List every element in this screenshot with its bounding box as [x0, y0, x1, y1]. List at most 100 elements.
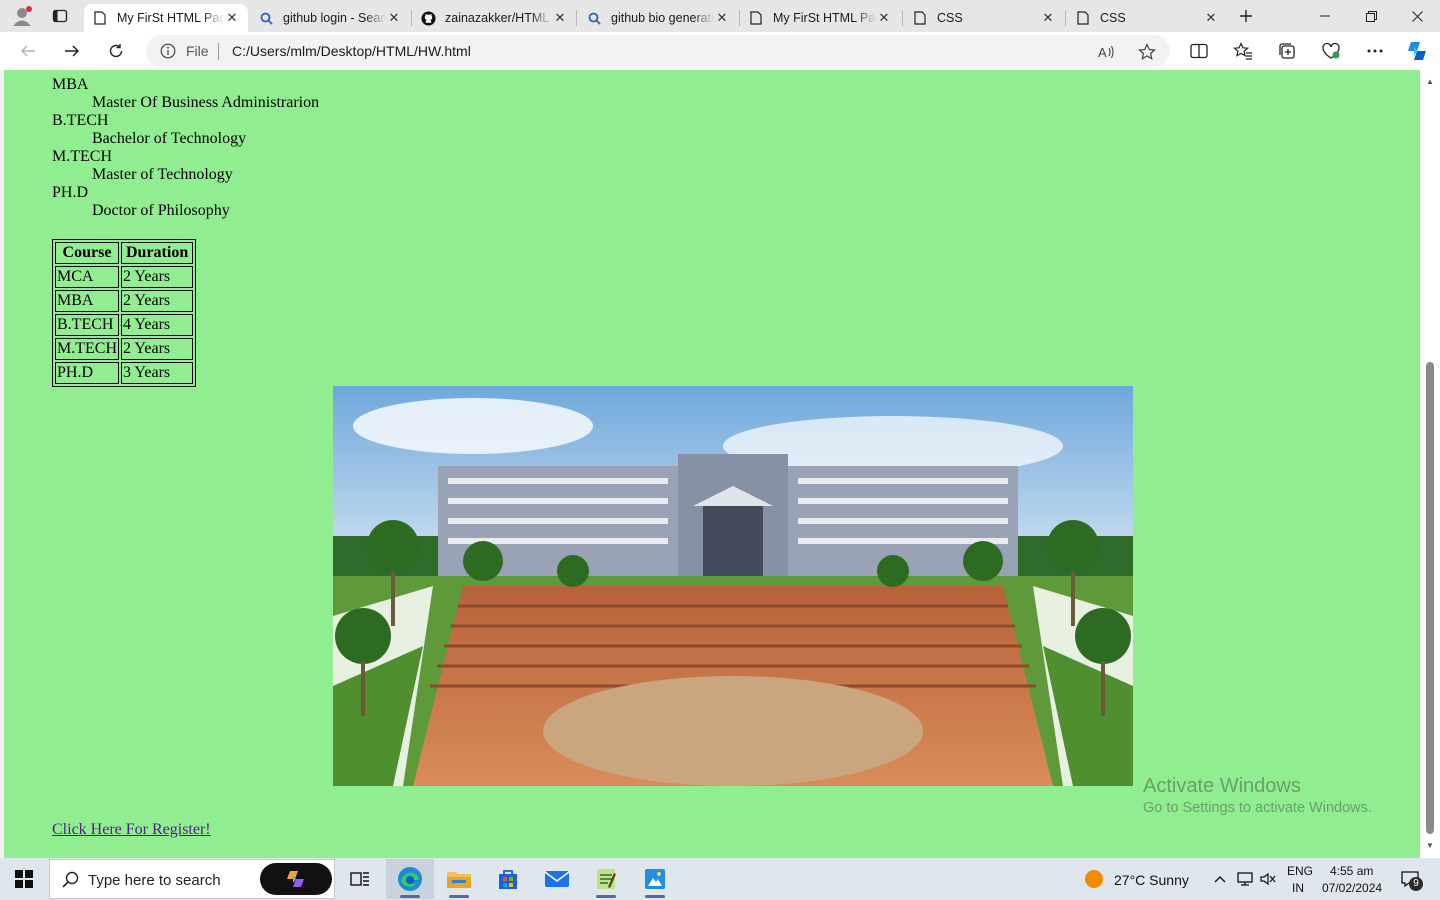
register-link[interactable]: Click Here For Register! — [52, 821, 211, 839]
search-icon — [258, 10, 274, 26]
activate-windows-watermark: Activate Windows Go to Settings to activ… — [1143, 775, 1372, 816]
degree-abbr: B.TECH — [52, 112, 109, 129]
close-tab-icon[interactable]: ✕ — [1203, 10, 1219, 26]
tab-title: CSS — [1100, 11, 1126, 25]
close-tab-icon[interactable]: ✕ — [386, 10, 402, 26]
degree-full-name: Bachelor of Technology — [92, 130, 247, 147]
course-cell: MBA — [55, 290, 119, 312]
close-tab-icon[interactable]: ✕ — [552, 10, 568, 26]
info-icon[interactable] — [160, 43, 176, 59]
weather-text[interactable]: 27°C Sunny — [1114, 872, 1189, 888]
vertical-scrollbar[interactable]: ▲ ▼ — [1420, 70, 1440, 858]
tab-zainazakker-html[interactable]: zainazakker/HTML ✕ — [412, 4, 576, 32]
tab-github-login-search[interactable]: github login - Search ✕ — [250, 4, 410, 32]
network-icon[interactable] — [1236, 859, 1254, 899]
volume-muted-icon[interactable] — [1259, 859, 1277, 899]
close-tab-icon[interactable]: ✕ — [876, 10, 892, 26]
tab-github-bio-generator[interactable]: github bio generator ✕ — [578, 4, 738, 32]
minimize-icon[interactable] — [1302, 0, 1348, 32]
refresh-icon[interactable] — [100, 35, 132, 67]
show-hidden-icons-chevron-icon[interactable] — [1210, 859, 1230, 899]
notepad-plus-plus-icon[interactable] — [582, 859, 630, 899]
course-duration-table: Course Duration MCA 2 Years MBA 2 Years … — [52, 239, 197, 387]
degree-definition-list: MBA Master Of Business Administrarion B.… — [52, 76, 319, 220]
clock-date[interactable]: 07/02/2024 — [1322, 881, 1382, 895]
url-text[interactable]: C:/Users/mlm/Desktop/HTML/HW.html — [232, 43, 471, 59]
degree-abbr: M.TECH — [52, 148, 112, 165]
scroll-thumb[interactable] — [1426, 362, 1434, 834]
page-icon — [912, 10, 928, 26]
windows-start-icon[interactable] — [0, 859, 48, 899]
notification-count-badge: 9 — [1409, 877, 1423, 891]
tab-title: zainazakker/HTML — [445, 11, 550, 25]
address-scheme-label: File — [186, 43, 209, 59]
search-icon — [62, 871, 79, 893]
search-icon — [586, 10, 602, 26]
tab-title: github bio generator — [611, 11, 714, 25]
restore-icon[interactable] — [1348, 0, 1394, 32]
file-explorer-icon[interactable] — [435, 859, 483, 899]
svg-text:A: A — [1098, 45, 1107, 60]
duration-cell: 2 Years — [121, 290, 194, 312]
favorite-star-icon[interactable] — [1136, 41, 1158, 63]
close-tab-icon[interactable]: ✕ — [714, 10, 730, 26]
region-indicator[interactable]: IN — [1292, 881, 1304, 895]
language-indicator[interactable]: ENG — [1287, 864, 1313, 878]
degree-full-name: Master Of Business Administrarion — [92, 94, 320, 111]
degree-full-name: Master of Technology — [92, 166, 233, 183]
paint-app-icon[interactable] — [631, 859, 679, 899]
tab-my-first-html-page[interactable]: My FirSt HTML Page ✕ — [84, 4, 248, 32]
page-icon — [92, 10, 108, 26]
github-icon — [420, 10, 436, 26]
weather-sun-icon[interactable] — [1070, 859, 1118, 899]
profile-avatar-icon[interactable] — [8, 3, 36, 29]
scroll-down-arrow-icon[interactable]: ▼ — [1424, 838, 1436, 852]
close-tab-icon[interactable]: ✕ — [224, 10, 240, 26]
notification-center-icon[interactable]: 9 — [1396, 859, 1424, 899]
close-tab-icon[interactable]: ✕ — [1040, 10, 1056, 26]
course-cell: MCA — [55, 266, 119, 288]
collections-icon[interactable] — [1273, 37, 1301, 65]
close-window-icon[interactable] — [1394, 0, 1440, 32]
duration-cell: 2 Years — [121, 338, 194, 360]
page-viewport: MBA Master Of Business Administrarion B.… — [4, 70, 1420, 858]
table-row: M.TECH 2 Years — [55, 338, 194, 360]
copilot-icon[interactable] — [1403, 37, 1431, 65]
forward-arrow-icon[interactable] — [56, 35, 88, 67]
watermark-subtitle: Go to Settings to activate Windows. — [1143, 800, 1372, 816]
table-row: B.TECH 4 Years — [55, 314, 194, 336]
tab-separator — [1065, 10, 1066, 26]
mail-icon[interactable] — [533, 859, 581, 899]
tab-title: My FirSt HTML Page — [117, 11, 224, 25]
tab-title: CSS — [937, 11, 963, 25]
back-arrow-icon[interactable] — [12, 35, 44, 67]
tab-separator — [576, 10, 577, 26]
microsoft-store-icon[interactable] — [484, 859, 532, 899]
degree-abbr: MBA — [52, 76, 89, 93]
favorites-icon[interactable] — [1229, 37, 1257, 65]
clock-time[interactable]: 4:55 am — [1330, 864, 1373, 878]
tab-css-2[interactable]: CSS ✕ — [1067, 4, 1227, 32]
scroll-up-arrow-icon[interactable]: ▲ — [1424, 74, 1436, 88]
tab-strip: My FirSt HTML Page ✕ github login - Sear… — [0, 0, 1440, 32]
split-screen-icon[interactable] — [1185, 37, 1213, 65]
table-row: PH.D 3 Years — [55, 362, 194, 384]
table-header-row: Course Duration — [55, 242, 194, 264]
tab-my-first-html-page-2[interactable]: My FirSt HTML Page ✕ — [740, 4, 900, 32]
edge-browser-taskbar-icon[interactable] — [386, 859, 434, 899]
degree-full-name: Doctor of Philosophy — [92, 202, 230, 219]
course-cell: PH.D — [55, 362, 119, 384]
tab-actions-icon[interactable] — [46, 3, 74, 29]
tab-title: My FirSt HTML Page — [773, 11, 876, 25]
page-icon — [748, 10, 764, 26]
new-tab-plus-icon[interactable] — [1232, 3, 1260, 29]
copilot-taskbar-icon[interactable] — [260, 859, 332, 899]
read-aloud-icon[interactable]: A — [1096, 41, 1118, 63]
course-cell: M.TECH — [55, 338, 119, 360]
windows-taskbar: Type here to search 27°C Sunny ENG IN 4:… — [0, 858, 1440, 900]
task-view-icon[interactable] — [336, 859, 384, 899]
more-options-icon[interactable] — [1361, 37, 1389, 65]
browser-essentials-icon[interactable] — [1317, 37, 1345, 65]
tab-css[interactable]: CSS ✕ — [904, 4, 1064, 32]
address-bar[interactable]: File C:/Users/mlm/Desktop/HTML/HW.html A — [146, 35, 1170, 67]
